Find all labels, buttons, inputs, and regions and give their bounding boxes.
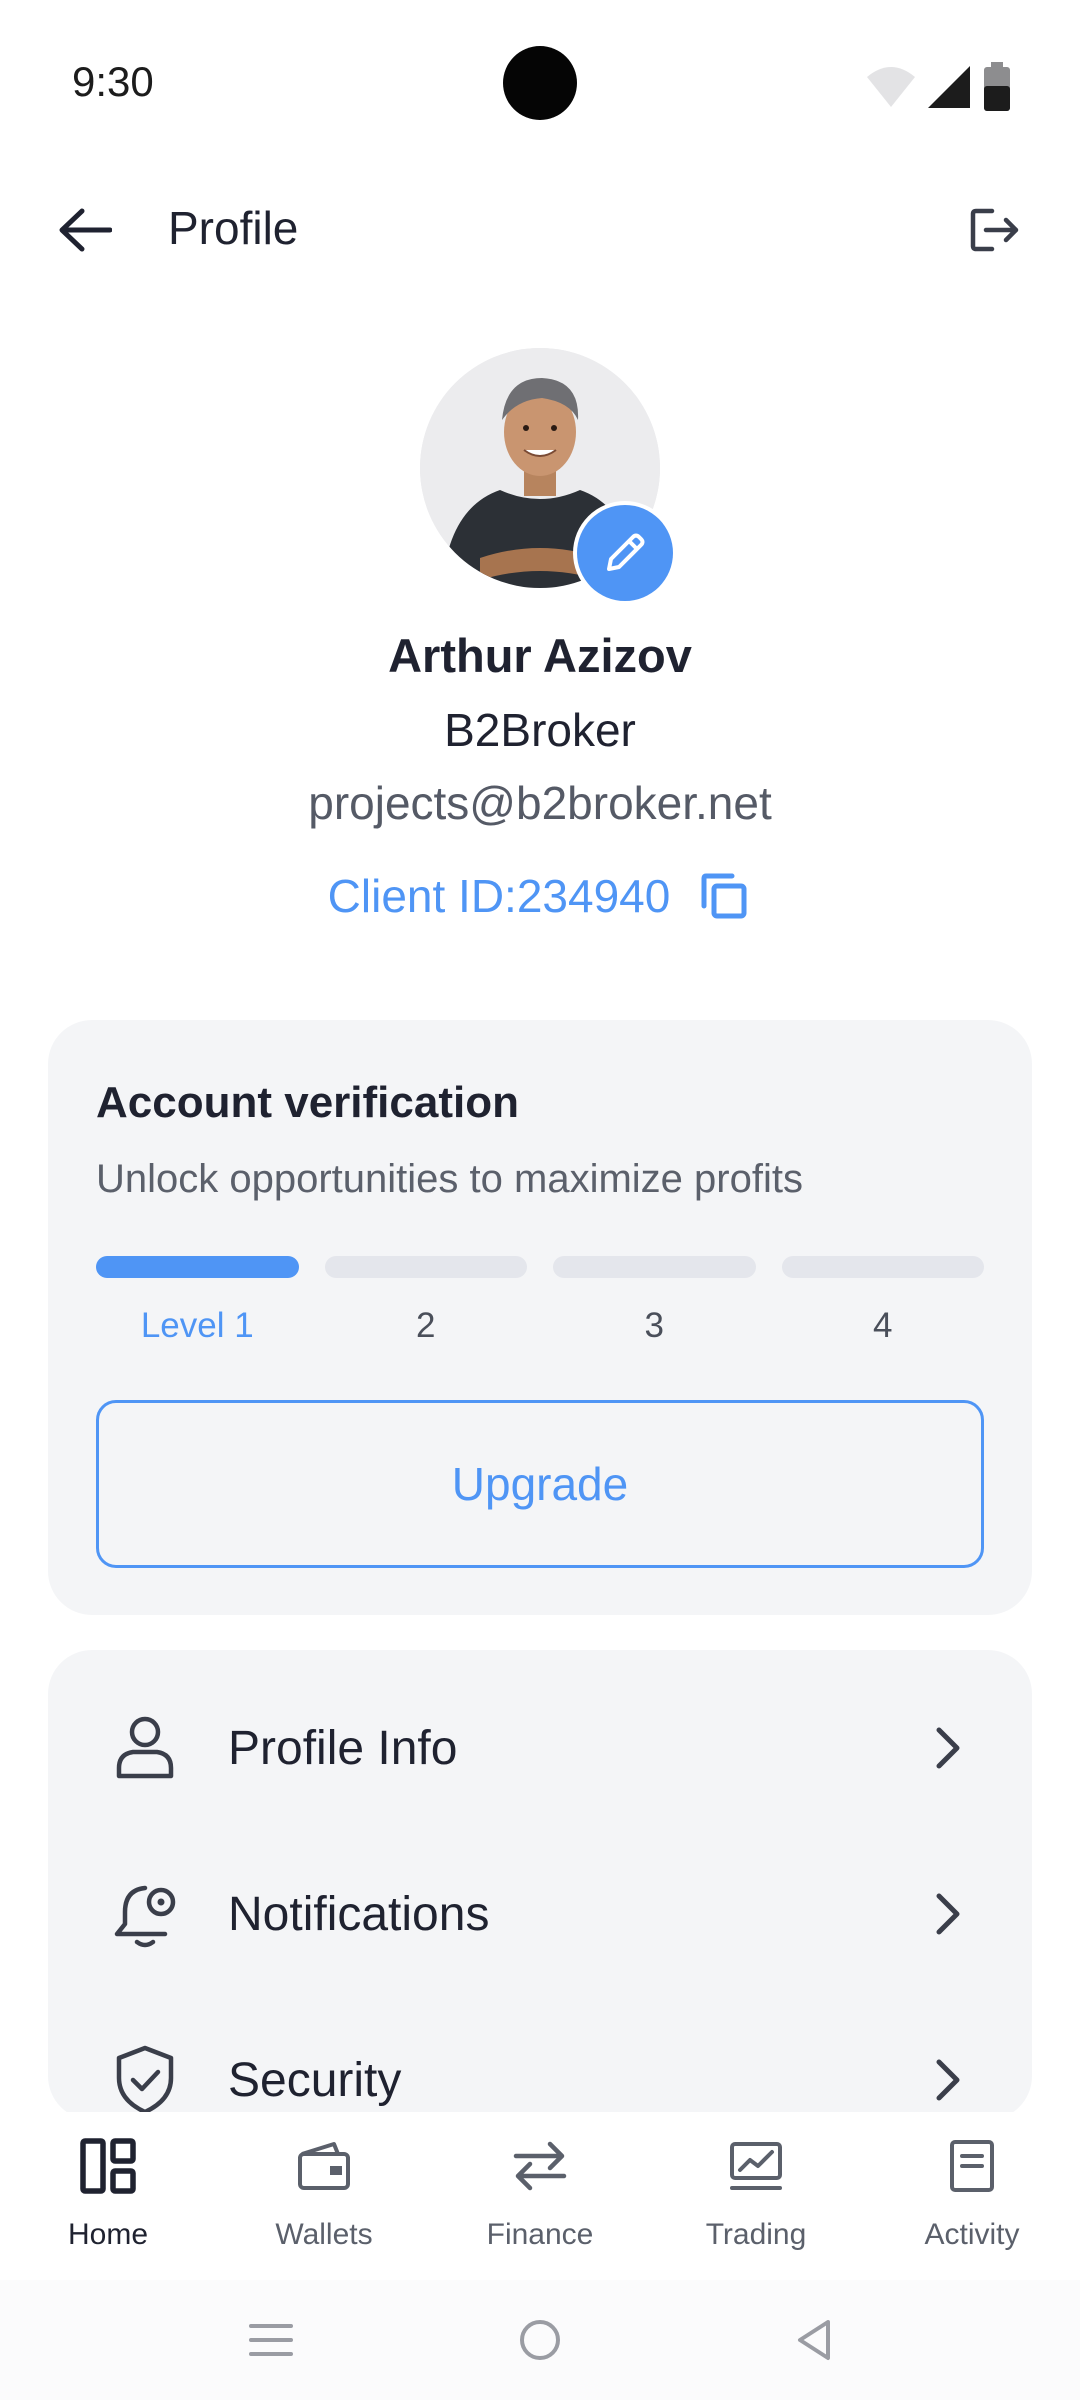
level-step-3: 3 <box>553 1256 756 1346</box>
nav-home[interactable]: Home <box>0 2112 216 2280</box>
level-label: 3 <box>644 1306 664 1345</box>
battery-icon <box>984 62 1010 111</box>
level-step-4: 4 <box>781 1256 984 1346</box>
pencil-icon <box>607 533 645 571</box>
logout-button[interactable] <box>960 195 1030 265</box>
circle-home-icon <box>520 2320 560 2360</box>
client-id: Client ID:234940 <box>327 870 671 922</box>
copy-icon <box>701 873 747 919</box>
menu-lines-icon <box>249 2324 293 2356</box>
nav-trading[interactable]: Trading <box>648 2112 864 2280</box>
shield-check-icon <box>108 2043 182 2117</box>
menu-item-label: Notifications <box>228 1887 490 1941</box>
level-label: 4 <box>873 1306 893 1345</box>
nav-label: Activity <box>924 2218 1020 2251</box>
arrow-left-icon <box>59 208 112 252</box>
user-name: Arthur Azizov <box>388 629 692 682</box>
wifi-icon <box>867 67 915 107</box>
level-label: Level 1 <box>140 1306 254 1345</box>
level-progress-bar <box>96 1256 299 1278</box>
copy-client-id-button[interactable] <box>696 868 752 924</box>
settings-menu: Profile Info Notifications Security <box>48 1650 1032 2120</box>
user-icon <box>108 1711 182 1785</box>
back-button[interactable] <box>50 195 120 265</box>
status-time: 9:30 <box>72 58 154 105</box>
document-icon <box>940 2134 1004 2198</box>
transfer-arrows-icon <box>508 2134 572 2198</box>
profile-screen: 9:30 Profile Arthur Azizov B2Broker proj… <box>0 0 1080 2400</box>
chevron-right-icon <box>924 1890 972 1938</box>
nav-label: Trading <box>705 2218 807 2251</box>
nav-label: Home <box>67 2218 149 2251</box>
nav-wallets[interactable]: Wallets <box>216 2112 432 2280</box>
menu-item-notifications[interactable]: Notifications <box>48 1830 1032 1998</box>
status-bar: 9:30 <box>0 0 1080 165</box>
user-email: projects@b2broker.net <box>308 777 772 829</box>
level-label: 2 <box>416 1306 436 1345</box>
cellular-signal-icon <box>928 66 970 108</box>
nav-finance[interactable]: Finance <box>432 2112 648 2280</box>
camera-cutout <box>503 46 577 120</box>
nav-activity[interactable]: Activity <box>864 2112 1080 2280</box>
nav-label: Finance <box>486 2218 594 2251</box>
wallet-icon <box>292 2134 356 2198</box>
status-icons <box>866 62 1012 112</box>
verification-levels: Level 1 2 3 4 <box>96 1256 984 1346</box>
bottom-navigation: Home Wallets Finance Trading Activity <box>0 2112 1080 2280</box>
verification-title: Account verification <box>96 1078 519 1127</box>
chart-monitor-icon <box>724 2134 788 2198</box>
account-verification-card: Account verification Unlock opportunitie… <box>48 1020 1032 1615</box>
dashboard-icon <box>76 2134 140 2198</box>
edit-avatar-button[interactable] <box>577 505 673 601</box>
bell-gear-icon <box>108 1877 182 1951</box>
triangle-back-icon <box>798 2320 830 2360</box>
logout-icon <box>970 208 1019 252</box>
level-progress-bar <box>781 1256 984 1278</box>
system-back-button[interactable] <box>778 2304 850 2376</box>
avatar-container <box>420 348 673 601</box>
chevron-right-icon <box>924 1724 972 1772</box>
level-step-2: 2 <box>324 1256 527 1346</box>
client-id-row: Client ID:234940 <box>0 868 1080 924</box>
nav-label: Wallets <box>275 2218 373 2251</box>
menu-item-security[interactable]: Security <box>48 1996 1032 2120</box>
page-title: Profile <box>168 202 299 254</box>
menu-item-profile-info[interactable]: Profile Info <box>48 1664 1032 1832</box>
home-button[interactable] <box>504 2304 576 2376</box>
level-step-1: Level 1 <box>96 1256 299 1346</box>
user-company: B2Broker <box>444 704 636 756</box>
recent-apps-button[interactable] <box>235 2304 307 2376</box>
menu-item-label: Security <box>228 2053 402 2107</box>
chevron-right-icon <box>924 2056 972 2104</box>
level-progress-bar <box>324 1256 527 1278</box>
menu-item-label: Profile Info <box>228 1721 458 1775</box>
system-navigation-bar <box>0 2280 1080 2400</box>
top-app-bar: Profile <box>0 165 1080 290</box>
verification-subtitle: Unlock opportunities to maximize profits <box>96 1157 803 1201</box>
upgrade-button[interactable]: Upgrade <box>96 1400 984 1568</box>
level-progress-bar <box>553 1256 756 1278</box>
